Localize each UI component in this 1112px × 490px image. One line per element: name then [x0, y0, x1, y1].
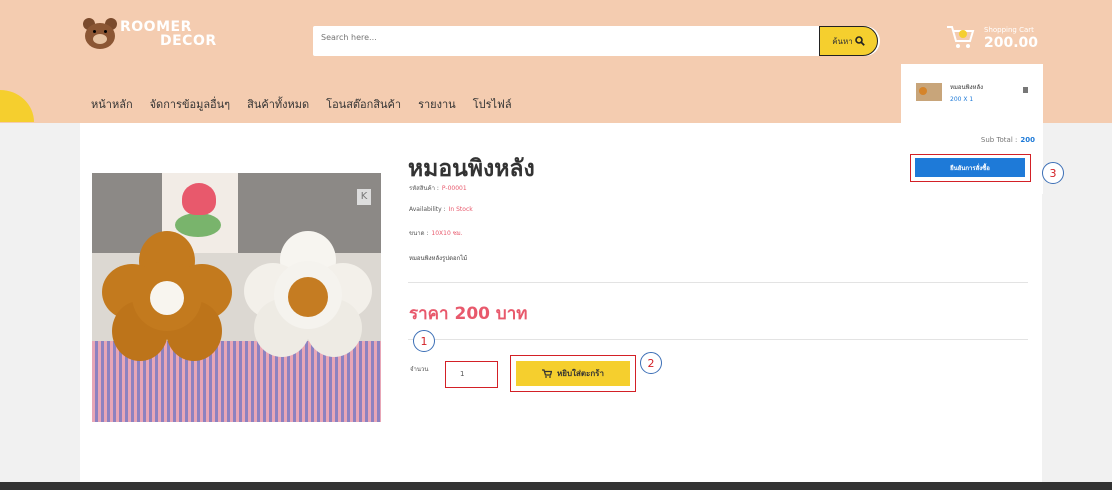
main-nav: หน้าหลัก จัดการข้อมูลอื่นๆ สินค้าทั้งหมด… [91, 95, 529, 113]
brand-line2: DECOR [160, 33, 217, 49]
product-title: หมอนพิงหลัง [408, 156, 535, 182]
add-to-cart-highlight: หยิบใส่ตะกร้า [510, 355, 636, 392]
product-code-row: รหัสสินค้า : P-00001 [409, 183, 467, 193]
nav-item-profile[interactable]: โปรไฟล์ [473, 95, 512, 113]
watermark-logo: K [357, 189, 371, 205]
bear-logo-icon [82, 18, 118, 50]
quantity-input[interactable] [460, 370, 490, 378]
nav-item-manage-data[interactable]: จัดการข้อมูลอื่นๆ [150, 95, 231, 113]
add-to-cart-button[interactable]: หยิบใส่ตะกร้า [516, 361, 630, 386]
size-value: 10X10 ซม. [431, 230, 463, 237]
nav-item-all-products[interactable]: สินค้าทั้งหมด [247, 95, 309, 113]
product-code-label: รหัสสินค้า : [409, 185, 439, 192]
availability-value: In Stock [448, 206, 473, 213]
confirm-order-button[interactable]: ยืนยันการสั่งซื้อ [915, 158, 1025, 177]
quantity-label: จำนวน [410, 366, 429, 373]
callout-3: 3 [1042, 162, 1064, 184]
logo[interactable]: ROOMER DECOR [82, 18, 217, 50]
callout-2: 2 [640, 352, 662, 374]
cart-item-name[interactable]: หมอนพิงหลัง [950, 82, 983, 92]
size-label: ขนาด : [409, 230, 429, 237]
search-bar: ค้นหา [313, 26, 880, 56]
product-price: ราคา 200 บาท [409, 304, 528, 324]
cart-item-qty: 200 X 1 [950, 96, 974, 103]
cart-item-thumbnail [916, 83, 942, 101]
subtotal-label: Sub Total : [980, 136, 1018, 144]
confirm-order-highlight: ยืนยันการสั่งซื้อ [910, 154, 1031, 182]
quantity-field-highlight [445, 361, 498, 388]
subtotal: Sub Total :200 [981, 136, 1035, 144]
add-to-cart-label: หยิบใส่ตะกร้า [557, 369, 604, 378]
cart-label: Shopping Cart [984, 26, 1034, 34]
cart-icon [542, 369, 553, 378]
subtotal-value: 200 [1020, 136, 1035, 144]
white-flower-pillow [244, 231, 372, 357]
trash-icon[interactable] [1023, 87, 1028, 93]
cart-total: 200.00 [984, 35, 1039, 51]
brand-name: ROOMER DECOR [120, 20, 217, 48]
nav-item-home[interactable]: หน้าหลัก [91, 95, 133, 113]
divider [408, 282, 1028, 283]
availability-row: Availability : In Stock [409, 206, 473, 213]
search-icon [854, 36, 865, 46]
product-description: หมอนพิงหลังรูปดอกไม้ [409, 255, 468, 262]
callout-1: 1 [413, 330, 435, 352]
product-image: K [92, 173, 381, 422]
orange-flower-pillow [102, 231, 232, 361]
size-row: ขนาด :10X10 ซม. [409, 228, 463, 238]
footer [0, 482, 1112, 490]
availability-label: Availability : [409, 206, 446, 213]
divider [408, 339, 1028, 340]
nav-item-reports[interactable]: รายงาน [418, 95, 456, 113]
nav-item-stock-transfer[interactable]: โอนสต๊อกสินค้า [326, 95, 401, 113]
product-code-value: P-00001 [441, 185, 467, 192]
cart-icon [947, 26, 975, 48]
search-button-label: ค้นหา [832, 36, 853, 46]
search-button[interactable]: ค้นหา [819, 26, 878, 56]
search-input[interactable] [321, 33, 801, 42]
header-decoration [0, 90, 34, 122]
